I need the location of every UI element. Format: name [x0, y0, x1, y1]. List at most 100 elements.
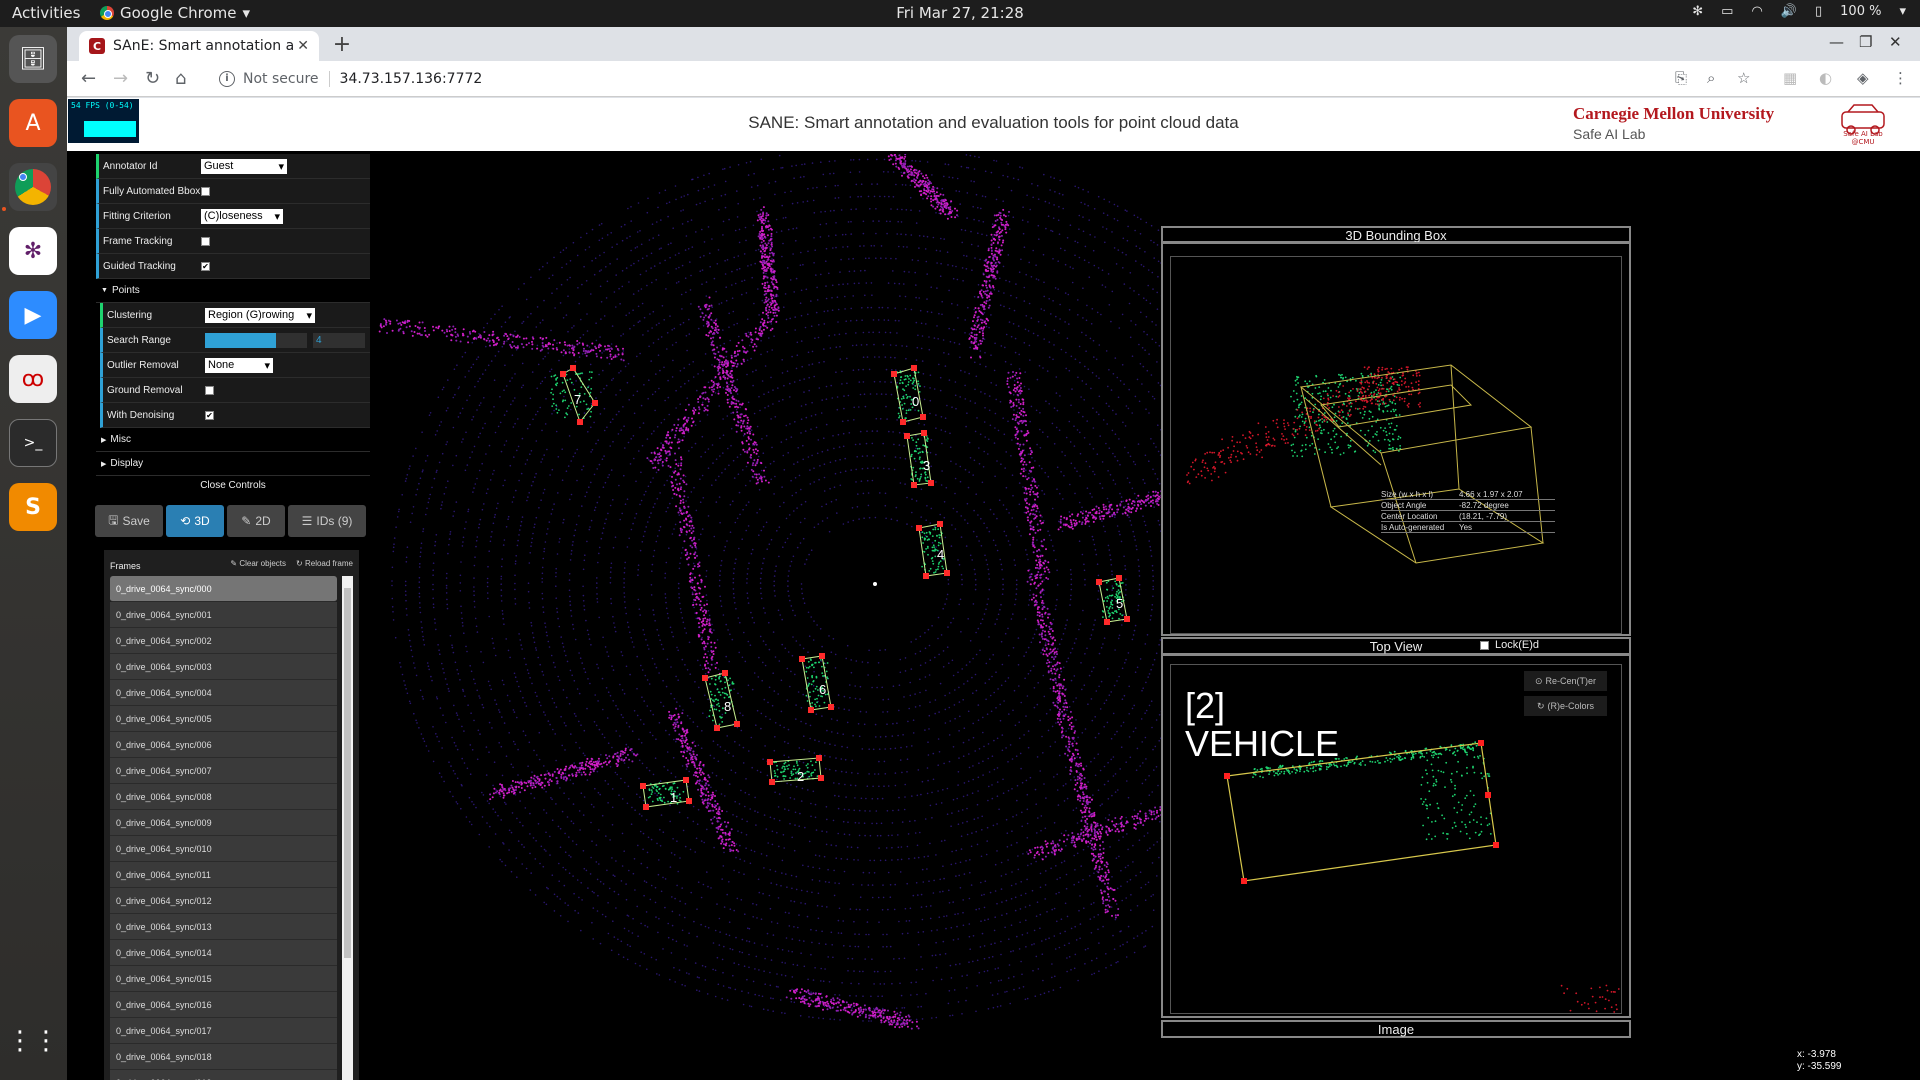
point-cloud-canvas[interactable]: 0 1 2 3 4 5 6 7 8	[373, 154, 1213, 1080]
reload-icon[interactable]: ↻	[145, 68, 160, 89]
frame-list-item[interactable]: 0_drive_0064_sync/007	[110, 758, 337, 784]
bounding-box[interactable]: 3	[904, 430, 934, 488]
frame-list-item[interactable]: 0_drive_0064_sync/016	[110, 992, 337, 1018]
browser-tab[interactable]: C SAnE: Smart annotation a ✕	[79, 31, 319, 61]
info-icon[interactable]: i	[219, 71, 235, 87]
display-folder[interactable]: ▶ Display	[96, 452, 370, 476]
frame-list-item[interactable]: 0_drive_0064_sync/011	[110, 862, 337, 888]
close-window-icon[interactable]: ✕	[1889, 33, 1902, 51]
save-button[interactable]: 🖫 Save	[95, 505, 163, 537]
home-icon[interactable]: ⌂	[175, 68, 186, 89]
bounding-box[interactable]: 4	[916, 521, 950, 579]
frame-list-item[interactable]: 0_drive_0064_sync/002	[110, 628, 337, 654]
zoom-icon[interactable]: ⌕	[1707, 69, 1715, 87]
search-range-slider[interactable]	[205, 332, 307, 348]
keyboard-icon[interactable]: ▭	[1721, 4, 1733, 19]
frame-list-item[interactable]: 0_drive_0064_sync/010	[110, 836, 337, 862]
panel-3d-viewport[interactable]: Size (w x h x l) 4.66 x 1.97 x 2.07 Object…	[1170, 256, 1622, 634]
bounding-box[interactable]: 1	[640, 777, 692, 810]
recenter-button[interactable]: ⊙ Re-Cen(T)er	[1524, 671, 1607, 691]
triangle-right-icon: ▶	[101, 436, 107, 444]
list-icon: ☰	[301, 514, 313, 528]
reload-frame-button[interactable]: ↻ Reload frame	[296, 559, 353, 568]
frame-list-item[interactable]: 0_drive_0064_sync/008	[110, 784, 337, 810]
mode-3d-button[interactable]: ⟲ 3D	[166, 505, 224, 537]
chrome-window: C SAnE: Smart annotation a ✕ + — ❐ ✕ ← →…	[67, 27, 1920, 1080]
sublime-text-icon[interactable]: S	[9, 483, 57, 531]
zoom-icon[interactable]: ▶	[9, 291, 57, 339]
restore-icon[interactable]: ❐	[1859, 33, 1872, 51]
guided-tracking-checkbox[interactable]: ✔	[201, 261, 210, 271]
menu-icon[interactable]: ⋮	[1893, 69, 1908, 87]
chrome-dock-icon[interactable]	[9, 163, 57, 211]
pdf-viewer-icon[interactable]: ꝏ	[9, 355, 57, 403]
frame-list-item[interactable]: 0_drive_0064_sync/001	[110, 602, 337, 628]
close-controls-button[interactable]: Close Controls	[96, 476, 370, 496]
slack-tray-icon[interactable]: ✻	[1692, 4, 1703, 19]
points-folder[interactable]: ▼ Points	[96, 279, 370, 303]
profile-icon[interactable]: ◈	[1857, 69, 1869, 87]
scrollbar-thumb[interactable]	[344, 588, 351, 958]
bounding-box[interactable]: 0	[891, 365, 926, 425]
frame-list-item[interactable]: 0_drive_0064_sync/017	[110, 1018, 337, 1044]
frame-list-item[interactable]: 0_drive_0064_sync/005	[110, 706, 337, 732]
omnibox[interactable]: i Not secure 34.73.157.136:7772	[207, 65, 1707, 93]
misc-folder[interactable]: ▶ Misc	[96, 428, 370, 452]
bounding-box[interactable]: 2	[767, 755, 824, 785]
frame-list-item[interactable]: 0_drive_0064_sync/018	[110, 1044, 337, 1070]
fitting-criterion-select[interactable]: (C)loseness ▾	[201, 208, 283, 224]
ground-removal-checkbox[interactable]	[205, 385, 214, 395]
bounding-box[interactable]: 7	[550, 365, 598, 425]
lock-checkbox[interactable]	[1480, 640, 1489, 650]
with-denoising-checkbox[interactable]: ✔	[205, 410, 214, 420]
frame-list-item[interactable]: 0_drive_0064_sync/000	[110, 576, 337, 602]
annotator-id-select[interactable]: Guest ▾	[201, 158, 287, 174]
extension-icon[interactable]: ◐	[1819, 69, 1832, 87]
frame-list-item[interactable]: 0_drive_0064_sync/006	[110, 732, 337, 758]
slack-icon[interactable]: ✻	[9, 227, 57, 275]
bookmark-star-icon[interactable]: ☆	[1737, 69, 1750, 87]
clear-objects-button[interactable]: ✎ Clear objects	[230, 559, 286, 568]
show-applications-icon[interactable]: ⋮⋮	[7, 1017, 59, 1065]
lab-name: Safe AI Lab	[1573, 126, 1646, 142]
extension-icon[interactable]: ▦	[1783, 69, 1797, 87]
frame-list-item[interactable]: 0_drive_0064_sync/014	[110, 940, 337, 966]
back-icon[interactable]: ←	[81, 68, 96, 89]
forward-icon[interactable]: →	[113, 68, 128, 89]
frame-list-item[interactable]: 0_drive_0064_sync/012	[110, 888, 337, 914]
system-tray[interactable]: ✻ ▭ ◠ 🔊 ▯ 100 % ▾	[1692, 4, 1906, 19]
bounding-box[interactable]: 6	[799, 653, 834, 713]
mode-2d-button[interactable]: ✎ 2D	[227, 505, 285, 537]
frame-list-scrollbar[interactable]	[342, 576, 353, 1080]
fully-automated-checkbox[interactable]	[201, 186, 210, 196]
outlier-removal-select[interactable]: None ▾	[205, 357, 273, 373]
url-text[interactable]: 34.73.157.136:7772	[340, 71, 483, 87]
top-view-viewport[interactable]: [2] VEHICLE ⊙ Re-Cen(T)er ↻ (R)e-Colors	[1170, 664, 1622, 1014]
bounding-box[interactable]: 8	[702, 670, 740, 731]
frame-list-item[interactable]: 0_drive_0064_sync/015	[110, 966, 337, 992]
system-menu-icon[interactable]: ▾	[1899, 4, 1906, 19]
frame-list-item[interactable]: 0_drive_0064_sync/004	[110, 680, 337, 706]
lock-toggle[interactable]: Lock(E)d	[1480, 639, 1539, 651]
clustering-value: Region (G)rowing	[208, 309, 295, 321]
new-tab-button[interactable]: +	[329, 33, 355, 59]
terminal-icon[interactable]: >_	[9, 419, 57, 467]
clustering-select[interactable]: Region (G)rowing ▾	[205, 307, 315, 323]
minimize-icon[interactable]: —	[1829, 33, 1844, 51]
frame-list-item[interactable]: 0_drive_0064_sync/019	[110, 1070, 337, 1080]
files-icon[interactable]: 🗄	[9, 35, 57, 83]
ids-button[interactable]: ☰ IDs (9)	[288, 505, 366, 537]
frame-list-item[interactable]: 0_drive_0064_sync/009	[110, 810, 337, 836]
translate-icon[interactable]: ⎘	[1675, 69, 1687, 87]
clock[interactable]: Fri Mar 27, 21:28	[0, 4, 1920, 22]
frame-list-item[interactable]: 0_drive_0064_sync/003	[110, 654, 337, 680]
software-center-icon[interactable]: A	[9, 99, 57, 147]
frame-list-item[interactable]: 0_drive_0064_sync/013	[110, 914, 337, 940]
recolors-button[interactable]: ↻ (R)e-Colors	[1524, 696, 1607, 716]
search-range-input[interactable]: 4	[313, 332, 365, 348]
bounding-box[interactable]: 5	[1096, 575, 1130, 625]
close-tab-icon[interactable]: ✕	[297, 38, 309, 54]
ground-removal-label: Ground Removal	[107, 384, 183, 396]
security-indicator[interactable]: Not secure	[243, 71, 330, 87]
frame-tracking-checkbox[interactable]	[201, 236, 210, 246]
